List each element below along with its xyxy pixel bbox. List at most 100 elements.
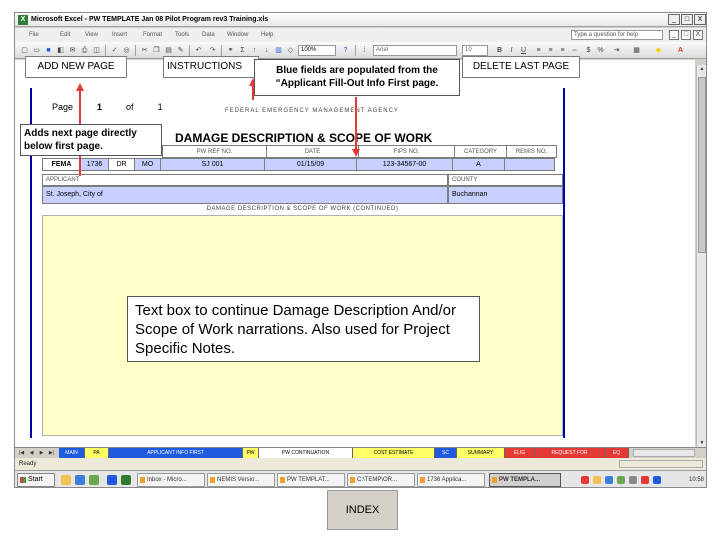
redo-icon[interactable]: ↷ [207,45,218,56]
italic-icon[interactable]: I [506,45,517,56]
sheet-tab-pw-continuation[interactable]: PW CONTINUATION [259,448,353,458]
undo-icon[interactable]: ↶ [193,45,204,56]
quick-launch-icon[interactable] [89,475,99,485]
sheet-tab-main[interactable]: MAIN [59,448,85,458]
new-icon[interactable]: ▢ [19,45,30,56]
next-sheet-icon[interactable]: ▶ [37,448,46,458]
menu-tools[interactable]: Tools [175,28,189,42]
first-sheet-icon[interactable]: |◀ [17,448,26,458]
minimize-button[interactable]: _ [668,14,680,25]
category-value[interactable]: A [452,158,505,171]
outlook-icon[interactable] [107,475,117,485]
fill-color-icon[interactable]: ◆ [653,45,664,56]
prev-sheet-icon[interactable]: ◀ [27,448,36,458]
print-icon[interactable]: ⎙ [79,45,90,56]
scroll-thumb[interactable] [698,77,706,253]
last-sheet-icon[interactable]: ▶| [47,448,56,458]
email-icon[interactable]: ✉ [67,45,78,56]
menu-format[interactable]: Format [143,28,162,42]
save-icon[interactable]: ■ [43,45,54,56]
tray-icon[interactable] [641,476,649,484]
close-button[interactable]: X [694,14,706,25]
research-icon[interactable]: ◎ [121,45,132,56]
open-icon[interactable]: ▭ [31,45,42,56]
drawing-icon[interactable]: ◇ [285,45,296,56]
disaster-number[interactable]: 1736 [80,158,109,171]
zoom-select[interactable]: 100% [298,45,336,56]
align-right-icon[interactable]: ≡ [557,45,568,56]
menu-window[interactable]: Window [227,28,248,42]
menu-view[interactable]: View [85,28,98,42]
sheet-tab-sc[interactable]: SC [435,448,457,458]
font-select[interactable]: Arial [373,45,457,56]
tray-icon[interactable] [593,476,601,484]
browser-icon[interactable] [75,475,85,485]
tray-icon[interactable] [629,476,637,484]
font-color-icon[interactable]: A [675,45,686,56]
vertical-scrollbar[interactable]: ▲ ▼ [696,65,706,448]
fips-value[interactable]: 123-34567-00 [356,158,453,171]
sheet-tab-eq[interactable]: EQ [605,448,629,458]
doc-restore-button[interactable]: □ [681,30,691,40]
delete-last-page-button[interactable]: DELETE LAST PAGE [462,56,580,78]
currency-icon[interactable]: $ [583,45,594,56]
permission-icon[interactable]: ◧ [55,45,66,56]
menu-edit[interactable]: Edit [60,28,70,42]
taskbar-button[interactable]: Inbox - Micro... [137,473,205,487]
taskbar-button[interactable]: C:\TEMP\OR... [347,473,415,487]
taskbar-button[interactable]: NEMIS Versio... [207,473,275,487]
hyperlink-icon[interactable]: ⚭ [225,45,236,56]
doc-minimize-button[interactable]: _ [669,30,679,40]
applicant-value[interactable]: St. Joseph, City of [42,186,448,204]
help-icon[interactable]: ? [340,45,351,56]
sort-desc-icon[interactable]: ↓ [261,45,272,56]
taskbar-button[interactable]: 1736 Applica... [417,473,485,487]
sheet-tab-cost-estimate[interactable]: COST ESTIMATE [353,448,435,458]
taskbar-button[interactable]: PW TEMPLAT... [277,473,345,487]
sheet-tab-pw[interactable]: PW [243,448,259,458]
excel-icon[interactable] [121,475,131,485]
horizontal-scrollbar[interactable] [633,449,695,457]
cut-icon[interactable]: ✂ [139,45,150,56]
doc-close-button[interactable]: X [693,30,703,40]
taskbar-button-active[interactable]: PW TEMPLA... [489,473,561,487]
sheet-tab-elig[interactable]: ELIG [505,448,535,458]
add-new-page-button[interactable]: ADD NEW PAGE [25,56,127,78]
paste-icon[interactable]: ▤ [163,45,174,56]
menu-file[interactable]: File [29,28,39,42]
percent-icon[interactable]: % [595,45,606,56]
format-painter-icon[interactable]: ✎ [175,45,186,56]
sheet-tab-applicant-info-first[interactable]: APPLICANT INFO FIRST [109,448,243,458]
align-center-icon[interactable]: ≡ [545,45,556,56]
underline-icon[interactable]: U [518,45,529,56]
sheet-tab-summary[interactable]: SUMMARY [457,448,505,458]
sort-asc-icon[interactable]: ↑ [249,45,260,56]
align-left-icon[interactable]: ≡ [533,45,544,56]
menu-help[interactable]: Help [261,28,273,42]
state-code[interactable]: MO [134,158,161,171]
bold-icon[interactable]: B [494,45,505,56]
indent-icon[interactable]: ⇥ [611,45,622,56]
menu-data[interactable]: Data [202,28,215,42]
sheet-tab-pa[interactable]: PA [85,448,109,458]
start-button[interactable]: Start [17,473,55,487]
remis-value[interactable] [504,158,555,171]
scroll-up-icon[interactable]: ▲ [698,65,706,74]
menu-insert[interactable]: Insert [112,28,127,42]
instructions-button[interactable]: INSTRUCTIONS [163,56,259,78]
pw-ref-value[interactable]: SJ 001 [160,158,265,171]
chart-icon[interactable]: ▥ [273,45,284,56]
tray-icon[interactable] [653,476,661,484]
font-size-select[interactable]: 10 [462,45,488,56]
tray-icon[interactable] [617,476,625,484]
autosum-icon[interactable]: Σ [237,45,248,56]
merge-icon[interactable]: ⇔ [569,45,580,56]
spelling-icon[interactable]: ✓ [109,45,120,56]
sheet-tab-request-for[interactable]: REQUEST FOR [535,448,605,458]
date-value[interactable]: 01/15/09 [264,158,357,171]
show-desktop-icon[interactable] [61,475,71,485]
index-button[interactable]: INDEX [327,490,398,530]
tray-icon[interactable] [581,476,589,484]
ask-question-input[interactable]: Type a question for help [571,30,663,40]
print-preview-icon[interactable]: ◫ [91,45,102,56]
